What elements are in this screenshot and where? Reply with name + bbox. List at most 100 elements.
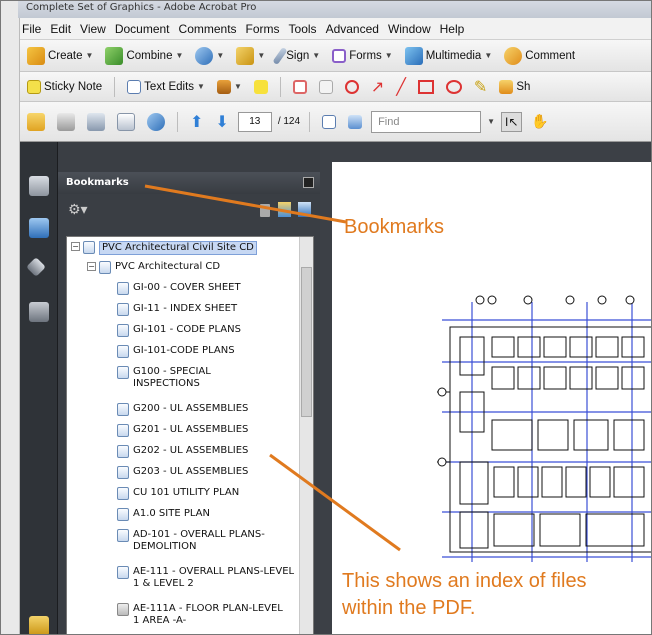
bookmark-label: G203 - UL ASSEMBLIES: [133, 466, 249, 477]
multimedia-label: Multimedia: [425, 49, 482, 62]
menu-comments[interactable]: Comments: [179, 22, 237, 36]
arrow-icon: ↗: [370, 78, 385, 96]
globe-icon: [147, 112, 165, 131]
bookmark-item[interactable]: AE-111 - OVERALL PLANS-LEVEL 1 & LEVEL 2: [117, 566, 298, 590]
menu-view[interactable]: View: [80, 22, 106, 36]
next-page-button[interactable]: ⬇: [212, 110, 231, 134]
multimedia-icon: [404, 46, 423, 65]
new-bookmark-icon[interactable]: [278, 202, 291, 217]
menu-help[interactable]: Help: [440, 22, 465, 36]
bookmark-item[interactable]: GI-101-CODE PLANS: [117, 345, 303, 358]
menu-window[interactable]: Window: [388, 22, 431, 36]
attachments-icon[interactable]: [29, 302, 49, 322]
menu-tools[interactable]: Tools: [289, 22, 317, 36]
bookmark-item[interactable]: G202 - UL ASSEMBLIES: [117, 445, 303, 458]
bookmark-item[interactable]: GI-11 - INDEX SHEET: [117, 303, 303, 316]
bookmark-item[interactable]: GI-101 - CODE PLANS: [117, 324, 303, 337]
bookmark-item[interactable]: AE-111A - FLOOR PLAN-LEVEL 1 AREA -A-: [117, 603, 283, 627]
email-button[interactable]: [114, 111, 138, 133]
sticky-note-icon: [27, 79, 41, 94]
callout-button[interactable]: [290, 78, 310, 96]
pages-icon[interactable]: [29, 176, 49, 196]
textbox-button[interactable]: [316, 78, 336, 96]
text-edits-button[interactable]: Text Edits ▼: [124, 78, 208, 96]
oval-tool-button[interactable]: [443, 78, 465, 96]
sign-panel-icon[interactable]: [29, 616, 49, 635]
open-button[interactable]: [24, 111, 48, 133]
bookmark-item[interactable]: A1.0 SITE PLAN: [117, 508, 303, 521]
comment-button[interactable]: Comment: [501, 45, 578, 67]
find-options-dropdown[interactable]: ▼: [487, 117, 495, 126]
acrobat-window: Complete Set of Graphics - Adobe Acrobat…: [0, 0, 652, 635]
collapse-panel-button[interactable]: [303, 177, 314, 188]
options-gear-icon[interactable]: ⚙▾: [68, 202, 88, 218]
bookmark-item[interactable]: − PVC Architectural CD: [87, 261, 285, 274]
pencil-tool-button[interactable]: ✎: [471, 75, 490, 99]
hand-tool-button[interactable]: ✋: [528, 111, 551, 132]
chevron-down-icon: ▼: [197, 82, 205, 91]
menu-document[interactable]: Document: [115, 22, 170, 36]
sticky-note-button[interactable]: Sticky Note: [24, 78, 105, 96]
scrollbar-thumb[interactable]: [301, 267, 312, 417]
bookmarks-tree: − PVC Architectural Civil Site CD − PVC …: [66, 236, 314, 635]
bookmark-icon: [117, 403, 129, 416]
collaborate-button[interactable]: ▼: [192, 45, 227, 67]
bookmark-item[interactable]: G100 - SPECIAL INSPECTIONS: [117, 366, 243, 390]
printer-icon: [57, 112, 75, 131]
show-comments-button[interactable]: Sh: [496, 78, 533, 96]
bookmark-item[interactable]: G203 - UL ASSEMBLIES: [117, 466, 303, 479]
comment-icon: [504, 46, 523, 65]
bookmark-label: AD-101 - OVERALL PLANS-DEMOLITION: [133, 529, 265, 552]
bookmark-item[interactable]: G200 - UL ASSEMBLIES: [117, 403, 303, 416]
chevron-down-icon: ▼: [384, 51, 393, 60]
forms-button[interactable]: Forms ▼: [329, 47, 396, 65]
bookmarks-scrollbar[interactable]: [299, 237, 313, 634]
show-label: Sh: [516, 80, 531, 93]
collapse-toggle[interactable]: −: [71, 242, 80, 251]
index-callout: This shows an index of files within the …: [342, 570, 587, 619]
bookmark-icon: [117, 529, 129, 542]
bookmark-item[interactable]: AD-101 - OVERALL PLANS-DEMOLITION: [117, 529, 298, 553]
bookmark-item[interactable]: CU 101 UTILITY PLAN: [117, 487, 303, 500]
collaborate-nav-button[interactable]: [144, 111, 168, 133]
menu-file[interactable]: File: [22, 22, 41, 36]
menu-advanced[interactable]: Advanced: [326, 22, 379, 36]
combine-label: Combine: [126, 49, 173, 62]
bookmark-icon: [117, 303, 129, 316]
delete-bookmark-icon[interactable]: [260, 204, 270, 217]
bookmark-item[interactable]: GI-00 - COVER SHEET: [117, 282, 303, 295]
arrow-tool-button[interactable]: ↗: [368, 75, 387, 99]
show-icon: [499, 79, 514, 94]
create-button[interactable]: Create ▼: [24, 45, 96, 67]
bookmark-item[interactable]: − PVC Architectural Civil Site CD: [71, 241, 257, 255]
save-button[interactable]: [84, 111, 108, 133]
menu-forms[interactable]: Forms: [246, 22, 280, 36]
rectangle-tool-button[interactable]: [415, 78, 437, 96]
lock-icon: [236, 46, 255, 65]
sign-button[interactable]: Sign ▼: [272, 45, 323, 67]
layers-icon[interactable]: [26, 257, 46, 277]
highlight-button[interactable]: [251, 78, 271, 96]
line-tool-button[interactable]: ╱: [393, 75, 409, 99]
bookmark-label: PVC Architectural Civil Site CD: [99, 241, 257, 255]
full-screen-button[interactable]: [345, 113, 365, 131]
combine-button[interactable]: Combine ▼: [102, 45, 186, 67]
collapse-toggle[interactable]: −: [87, 262, 96, 271]
cloud-button[interactable]: [342, 78, 362, 96]
secure-button[interactable]: ▼: [233, 45, 268, 67]
previous-page-button[interactable]: ⬆: [187, 110, 206, 134]
bookmarks-icon[interactable]: [29, 218, 49, 238]
bookmark-icon: [117, 487, 129, 500]
expand-bookmark-icon[interactable]: [298, 202, 311, 217]
multimedia-button[interactable]: Multimedia ▼: [402, 45, 496, 67]
menu-edit[interactable]: Edit: [50, 22, 71, 36]
stamp-button[interactable]: ▼: [214, 78, 245, 96]
print-button[interactable]: [54, 111, 78, 133]
rectangle-icon: [417, 79, 434, 94]
email-icon: [117, 112, 135, 131]
find-input[interactable]: Find: [371, 110, 482, 133]
page-number-input[interactable]: 13: [237, 111, 272, 132]
fit-page-button[interactable]: [319, 113, 339, 131]
select-tool-button[interactable]: I↖: [500, 111, 523, 132]
bookmark-item[interactable]: G201 - UL ASSEMBLIES: [117, 424, 303, 437]
